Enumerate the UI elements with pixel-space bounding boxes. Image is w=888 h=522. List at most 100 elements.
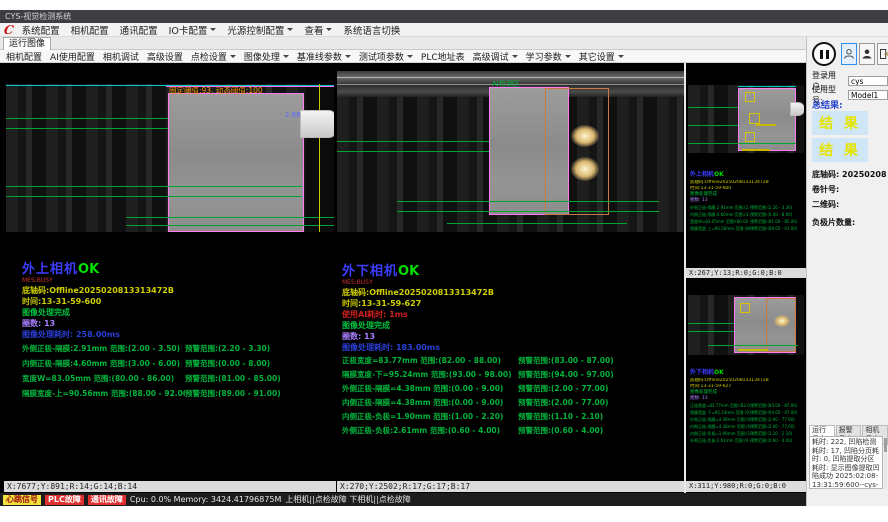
measure-marker-label: 2.88 <box>285 111 301 119</box>
user-login-button[interactable] <box>841 43 857 65</box>
measurement-row: 外侧正极-隔膜:2.91mm 范围:(2.00 - 3.50)预警范围:(2.2… <box>22 341 342 356</box>
tool-camera-debug[interactable]: 相机调试 <box>103 50 139 63</box>
tool-plc-address[interactable]: PLC地址表 <box>421 50 465 63</box>
mini-camera-image-bottom[interactable] <box>688 295 804 355</box>
elapsed-text: 图像处理耗时: 258.00ms <box>22 329 342 341</box>
menu-item-io-config[interactable]: IO卡配置 <box>169 23 217 37</box>
pause-icon <box>826 50 829 59</box>
tool-spotcheck-settings[interactable]: 点检设置 <box>191 50 236 63</box>
exit-button[interactable] <box>877 43 888 65</box>
menu-item-light-config[interactable]: 光源控制配置 <box>227 23 293 37</box>
tool-advanced-settings[interactable]: 高级设置 <box>147 50 183 63</box>
measure-line <box>6 186 302 187</box>
menu-item-view[interactable]: 查看 <box>304 23 332 37</box>
tool-camera-config[interactable]: 相机配置 <box>6 50 42 63</box>
tab-strip: 运行图像 <box>0 37 806 50</box>
spotcheck-roi <box>745 132 755 142</box>
camera-image-lower[interactable]: AI检测区 <box>337 71 684 232</box>
measure-line <box>337 151 489 152</box>
result-ok: OK <box>398 264 419 279</box>
result-ok: OK <box>78 262 99 277</box>
tool-ai-config[interactable]: AI使用配置 <box>50 50 95 63</box>
mini-result-text-top: 外上相机OK 底轴码:Offline2025020813313472B 时间:1… <box>690 161 804 232</box>
needle-number-label: 卷针号: <box>812 184 839 195</box>
measure-line <box>397 211 659 212</box>
menu-item-camera-config[interactable]: 相机配置 <box>71 23 109 37</box>
measure-line <box>6 128 168 129</box>
measure-line <box>6 118 168 119</box>
measurement-row: 内侧正极-负极=1.90mm 范围:(1.00 - 2.20)预警范围:(1.1… <box>342 410 662 424</box>
result-box-lower: 结 果 <box>812 138 868 162</box>
measurement-row: 宽度W=83.05mm 范围:(80.00 - 86.00)预警范围:(81.0… <box>22 371 342 386</box>
menu-item-system-config[interactable]: 系统配置 <box>22 23 60 37</box>
measurement-row: 隔膜宽度-上=90.56mm 范围:(88.00 - 92.00)预警范围:(8… <box>22 386 342 401</box>
tool-advanced-debug[interactable]: 高级调试 <box>473 50 518 63</box>
app-window: CYS-视觉检测系统 C 系统配置 相机配置 通讯配置 IO卡配置 光源控制配置… <box>0 0 888 522</box>
log-scrollbar[interactable] <box>884 436 887 489</box>
reflective-tab-highlight <box>571 157 599 181</box>
menu-item-comm-config[interactable]: 通讯配置 <box>120 23 158 37</box>
reflective-tab-highlight <box>774 315 790 327</box>
edge-marker-line <box>319 84 320 232</box>
ai-time-text: 使用AI耗时: 1ms <box>342 309 662 320</box>
toolbar: 相机配置 AI使用配置 相机调试 高级设置 点检设置 图像处理 基准线参数 测试… <box>0 50 806 63</box>
mini-camera-image-top[interactable] <box>688 85 804 153</box>
measure-line <box>126 217 334 218</box>
menu-item-language-switch[interactable]: 系统语言切换 <box>343 23 400 37</box>
menubar: C 系统配置 相机配置 通讯配置 IO卡配置 光源控制配置 查看 系统语言切换 <box>0 23 888 37</box>
mini-result-text-bottom: 外下相机OK 底轴码:Offline2025020813313472B 时间:1… <box>690 359 804 444</box>
turns-text: 圈数: 13 <box>342 331 662 342</box>
baseline-cyan-line <box>738 86 796 87</box>
tool-image-processing[interactable]: 图像处理 <box>244 50 289 63</box>
spotcheck-label <box>742 149 770 151</box>
ai-detect-roi <box>545 88 609 215</box>
dropdown-arrow-icon <box>210 28 216 31</box>
spotcheck-roi <box>745 92 755 102</box>
spotcheck-label <box>738 349 768 351</box>
titlebar: CYS-视觉检测系统 <box>0 10 888 23</box>
measurement-row: 正极宽度=83.77mm 范围:(82.00 - 88.00)预警范围:(83.… <box>342 354 662 368</box>
log-scrollbar-thumb[interactable] <box>884 438 887 452</box>
time-text: 时间:13-31-59-627 <box>342 298 662 309</box>
dropdown-arrow-icon <box>345 55 351 58</box>
measurement-row: 外侧正极-隔膜=4.38mm 范围:(0.00 - 9.00)预警范围:(2.0… <box>342 382 662 396</box>
qr-code-label: 二维码: <box>812 199 839 210</box>
camera-view-upper: 固定阈值:93, 动态阈值:100 2.88 外上相机OK MES:BUSY 底… <box>4 63 336 493</box>
ai-area-label: AI检测区 <box>492 79 520 89</box>
measure-line <box>447 223 627 224</box>
tool-test-params[interactable]: 测试项参数 <box>359 50 413 63</box>
pixel-coords-lower: X:270;Y:2502;R:17;G:17;B:17 <box>337 481 684 492</box>
mes-status: MES:BUSY <box>342 279 662 287</box>
tool-other-settings[interactable]: 其它设置 <box>579 50 624 63</box>
cpu-memory-text: Cpu: 0.0% Memory: 3424.41796875M <box>130 495 282 504</box>
measure-line <box>688 125 738 126</box>
measurement-row: 内侧正极-隔膜=4.38mm 范围:(0.00 - 9.00)预警范围:(2.0… <box>342 396 662 410</box>
process-done-text: 图像处理完成 <box>22 307 342 318</box>
tab-feature <box>300 110 334 138</box>
tool-baseline-params[interactable]: 基准线参数 <box>297 50 351 63</box>
dropdown-arrow-icon <box>283 55 289 58</box>
time-text: 时间:13-31-59-600 <box>22 296 342 307</box>
barcode-text: 底轴码:Offline2025020813313472B <box>342 287 662 298</box>
measure-line <box>688 107 738 108</box>
measure-line <box>6 196 302 197</box>
pause-button[interactable] <box>812 42 836 66</box>
spotcheck-label <box>756 124 776 126</box>
measure-line <box>397 201 659 202</box>
plc-status-badge: PLC故障 <box>45 495 84 505</box>
user-filled-icon <box>861 47 873 61</box>
user-manage-button[interactable] <box>859 43 875 65</box>
dropdown-arrow-icon <box>407 55 413 58</box>
measure-line <box>688 331 734 332</box>
result-text-upper: 外上相机OK MES:BUSY 底轴码:Offline2025020813313… <box>22 258 342 401</box>
tab-feature <box>790 102 804 116</box>
app-logo-icon: C <box>3 23 15 37</box>
threshold-overlay-text: 固定阈值:93, 动态阈值:100 <box>169 85 263 96</box>
model-input[interactable] <box>848 90 888 100</box>
dropdown-arrow-icon <box>326 28 332 31</box>
machine-highlight-line <box>337 77 684 78</box>
camera-image-upper[interactable]: 固定阈值:93, 动态阈值:100 2.88 <box>6 84 334 232</box>
tool-learning-params[interactable]: 学习参数 <box>526 50 571 63</box>
process-done-text: 图像处理完成 <box>342 320 662 331</box>
mes-status: MES:BUSY <box>22 277 342 285</box>
